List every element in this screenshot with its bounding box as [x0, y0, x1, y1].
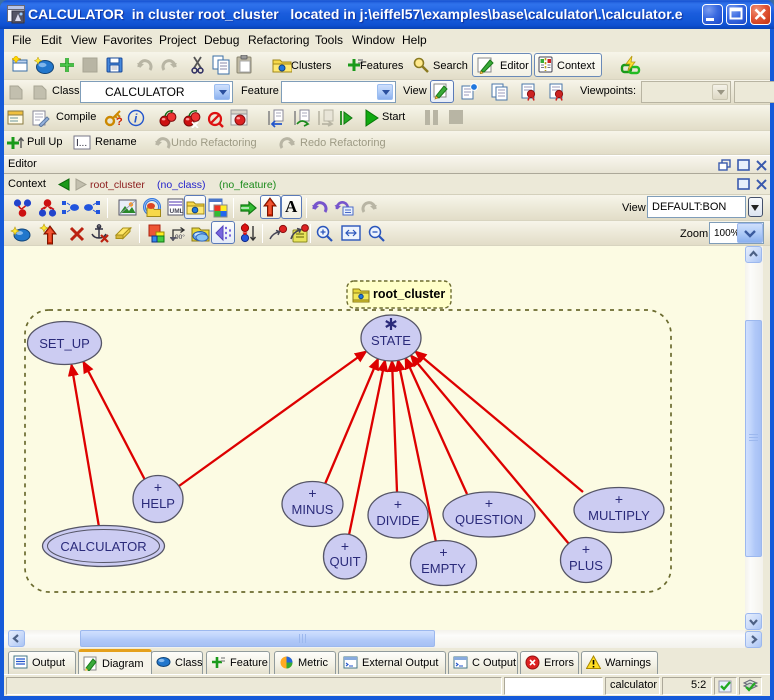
svg-text:I...: I... [76, 138, 87, 149]
svg-text:root_cluster: root_cluster [373, 287, 445, 301]
svg-text:+: + [308, 485, 316, 501]
svg-text:STATE: STATE [371, 333, 411, 348]
svg-text:90°: 90° [175, 233, 185, 241]
svg-text:i: i [134, 112, 138, 126]
svg-text:PLUS: PLUS [569, 558, 603, 573]
svg-text:QUIT: QUIT [329, 554, 360, 569]
svg-text:+: + [615, 491, 623, 507]
svg-text:+: + [485, 495, 493, 511]
svg-text:?: ? [116, 116, 123, 127]
svg-text:+: + [582, 541, 590, 557]
svg-text:+: + [341, 538, 349, 554]
svg-text:HELP: HELP [141, 496, 175, 511]
svg-text:+: + [394, 496, 402, 512]
svg-text:QUESTION: QUESTION [455, 512, 523, 527]
svg-text:SET_UP: SET_UP [39, 336, 90, 351]
svg-text:MULTIPLY: MULTIPLY [588, 508, 650, 523]
svg-text:+: + [439, 544, 447, 560]
svg-text:+: + [154, 479, 162, 495]
svg-text:CALCULATOR: CALCULATOR [60, 539, 146, 554]
svg-text:MINUS: MINUS [292, 502, 334, 517]
svg-text:EMPTY: EMPTY [421, 561, 466, 576]
svg-text:UML: UML [170, 208, 184, 215]
svg-text:DIVIDE: DIVIDE [376, 513, 420, 528]
